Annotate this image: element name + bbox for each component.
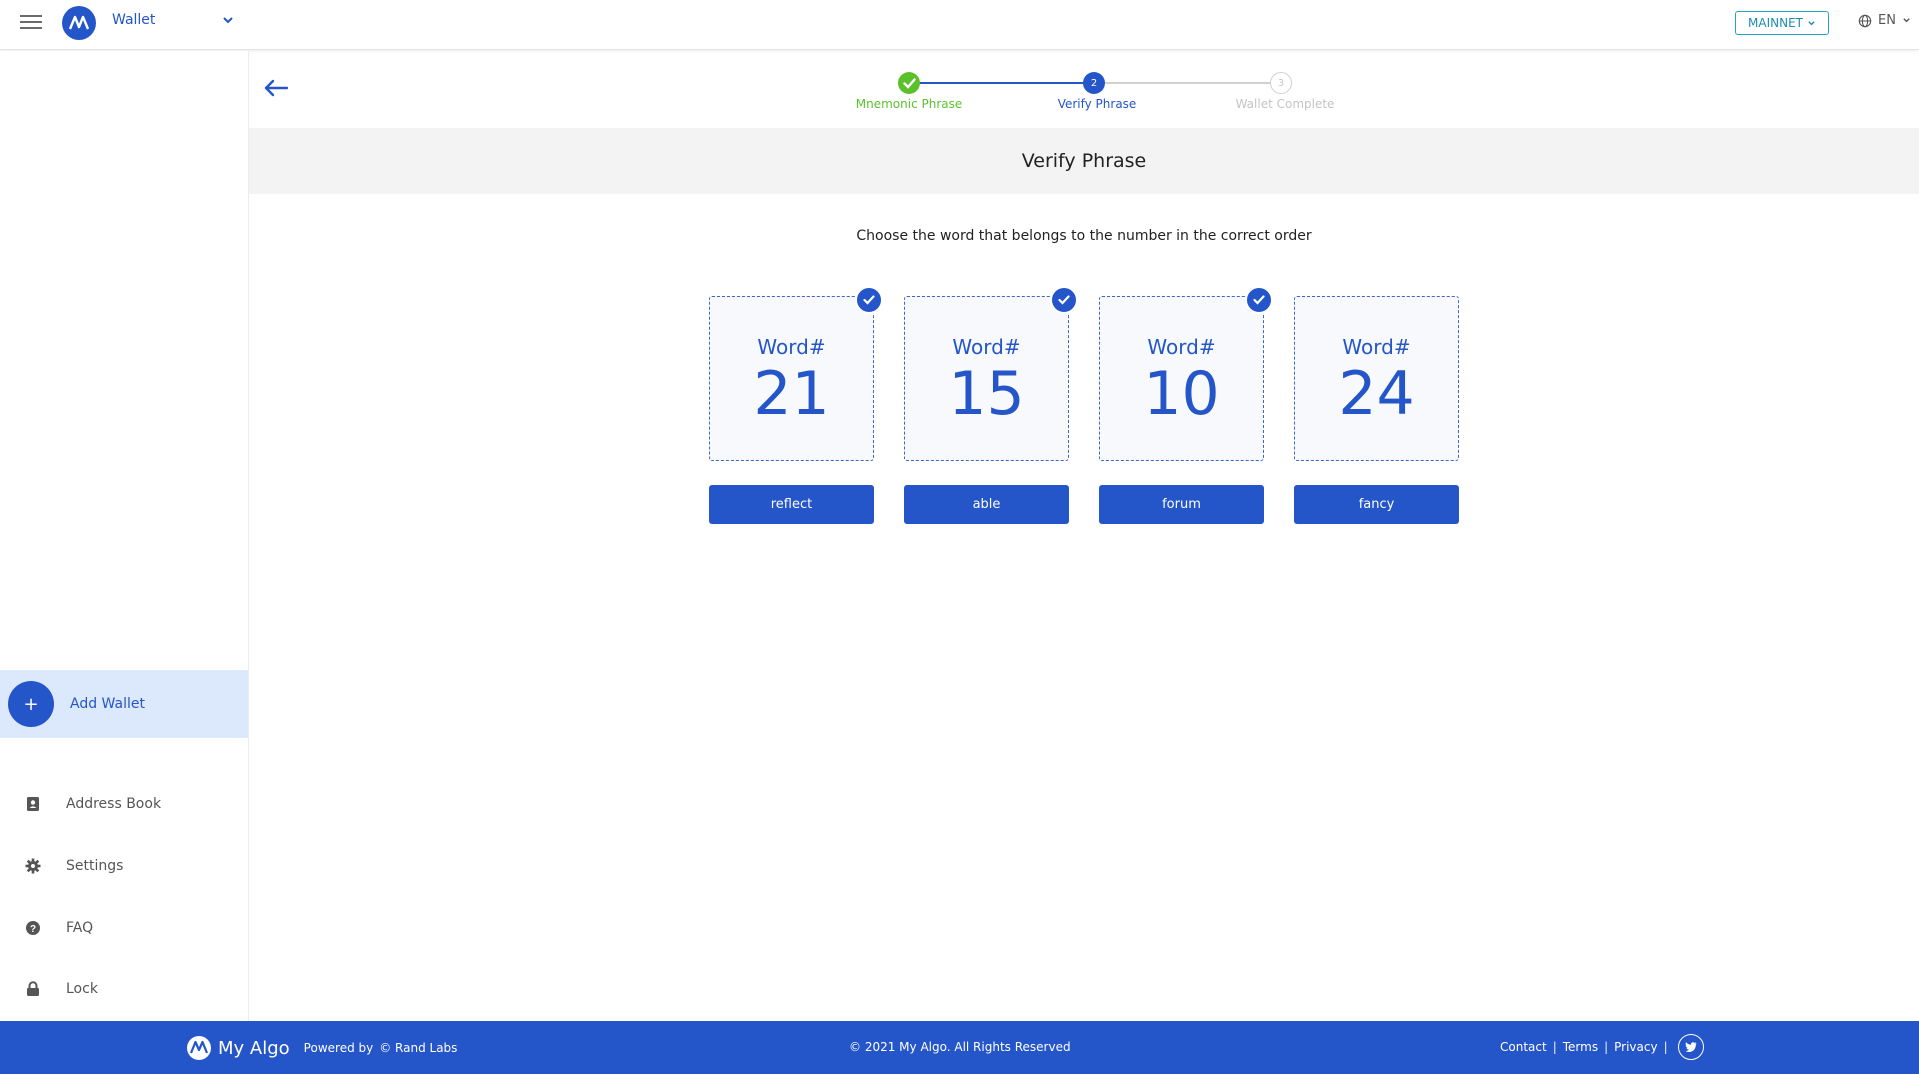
footer-brand: My Algo Powered by © Rand Labs xyxy=(186,1035,457,1061)
word-slot-label: Word# xyxy=(757,335,826,359)
word-choice-button[interactable]: reflect xyxy=(709,485,874,524)
chevron-down-icon xyxy=(1903,18,1910,23)
terms-link[interactable]: Terms xyxy=(1563,1040,1598,1054)
plus-icon: + xyxy=(8,681,54,727)
contact-link[interactable]: Contact xyxy=(1500,1040,1547,1054)
word-choice-button[interactable]: able xyxy=(904,485,1069,524)
hamburger-menu-icon[interactable] xyxy=(20,12,42,34)
sidebar-item-label: Settings xyxy=(66,858,124,874)
step-2-indicator: 2 xyxy=(1083,72,1105,94)
word-slot-label: Word# xyxy=(1147,335,1216,359)
add-wallet-label: Add Wallet xyxy=(70,696,145,712)
add-wallet-button[interactable]: + Add Wallet xyxy=(0,670,248,738)
language-selector[interactable]: EN xyxy=(1858,13,1911,28)
step-3-label: Wallet Complete xyxy=(1235,97,1335,111)
lock-icon xyxy=(24,980,42,998)
wallet-selector[interactable]: Wallet xyxy=(112,12,155,28)
step-connector xyxy=(1097,82,1280,84)
address-book-icon xyxy=(24,795,42,813)
word-slot-card[interactable]: Word# 15 xyxy=(904,286,1078,461)
question-icon: ? xyxy=(24,919,42,937)
copyright-text: © 2021 My Algo. All Rights Reserved xyxy=(849,1040,1071,1054)
word-slot-label: Word# xyxy=(1342,335,1411,359)
privacy-link[interactable]: Privacy xyxy=(1614,1040,1657,1054)
link-separator: | xyxy=(1552,1040,1557,1054)
page-title-band: Verify Phrase xyxy=(249,128,1919,194)
progress-stepper: 2 3 Mnemonic Phrase Verify Phrase Wallet… xyxy=(840,70,1360,120)
word-slot-card[interactable]: Word# 24 xyxy=(1294,296,1459,461)
page-title: Verify Phrase xyxy=(1021,150,1147,172)
step-3-indicator: 3 xyxy=(1270,72,1292,94)
instruction-text: Choose the word that belongs to the numb… xyxy=(856,228,1312,244)
sidebar-item-faq[interactable]: ? FAQ xyxy=(0,908,248,948)
my-algo-logo-icon xyxy=(187,1036,211,1060)
network-label: MAINNET xyxy=(1748,16,1803,30)
word-slot-label: Word# xyxy=(952,335,1021,359)
step-1-check-icon xyxy=(898,72,920,94)
language-label: EN xyxy=(1878,13,1896,28)
svg-text:?: ? xyxy=(30,924,36,935)
word-slot-number: 15 xyxy=(948,359,1025,429)
twitter-icon[interactable] xyxy=(1677,1034,1704,1060)
top-bar: Wallet MAINNET EN xyxy=(0,0,1919,50)
check-icon xyxy=(1050,286,1078,314)
step-connector xyxy=(909,82,1094,84)
footer: My Algo Powered by © Rand Labs © 2021 My… xyxy=(0,1021,1919,1074)
step-1-label: Mnemonic Phrase xyxy=(855,97,963,111)
word-choice-button[interactable]: fancy xyxy=(1294,485,1459,524)
sidebar-item-label: Address Book xyxy=(66,796,162,812)
sidebar-item-lock[interactable]: Lock xyxy=(0,969,248,1009)
step-2-label: Verify Phrase xyxy=(1057,97,1137,111)
word-slot-number: 10 xyxy=(1143,359,1220,429)
word-slot-card[interactable]: Word# 10 xyxy=(1099,286,1273,461)
word-slot-number: 21 xyxy=(753,359,830,429)
sidebar-item-address-book[interactable]: Address Book xyxy=(0,784,248,824)
rand-labs-link[interactable]: © Rand Labs xyxy=(379,1041,457,1055)
globe-icon xyxy=(1858,14,1872,27)
check-icon xyxy=(1245,286,1273,314)
sidebar-item-settings[interactable]: Settings xyxy=(0,846,248,886)
word-slot-number: 24 xyxy=(1338,359,1415,429)
sidebar-item-label: Lock xyxy=(66,981,98,997)
chevron-down-icon xyxy=(1808,20,1815,25)
word-choice-button[interactable]: forum xyxy=(1099,485,1264,524)
sidebar-item-label: FAQ xyxy=(66,920,94,936)
network-selector[interactable]: MAINNET xyxy=(1735,11,1829,35)
footer-links: Contact | Terms | Privacy | xyxy=(1500,1034,1704,1060)
check-icon xyxy=(855,286,883,314)
back-arrow-icon[interactable] xyxy=(262,76,290,100)
my-algo-logo-icon xyxy=(62,6,96,40)
powered-by-text: Powered by xyxy=(303,1041,374,1055)
word-slot-card[interactable]: Word# 21 xyxy=(709,286,883,461)
link-separator: | xyxy=(1604,1040,1609,1054)
gear-icon xyxy=(24,857,42,875)
sidebar: + Add Wallet Address Book Settings ? FAQ… xyxy=(0,51,249,1021)
footer-brand-name: My Algo xyxy=(218,1037,290,1059)
link-separator: | xyxy=(1663,1040,1668,1054)
chevron-down-icon[interactable] xyxy=(222,14,234,26)
